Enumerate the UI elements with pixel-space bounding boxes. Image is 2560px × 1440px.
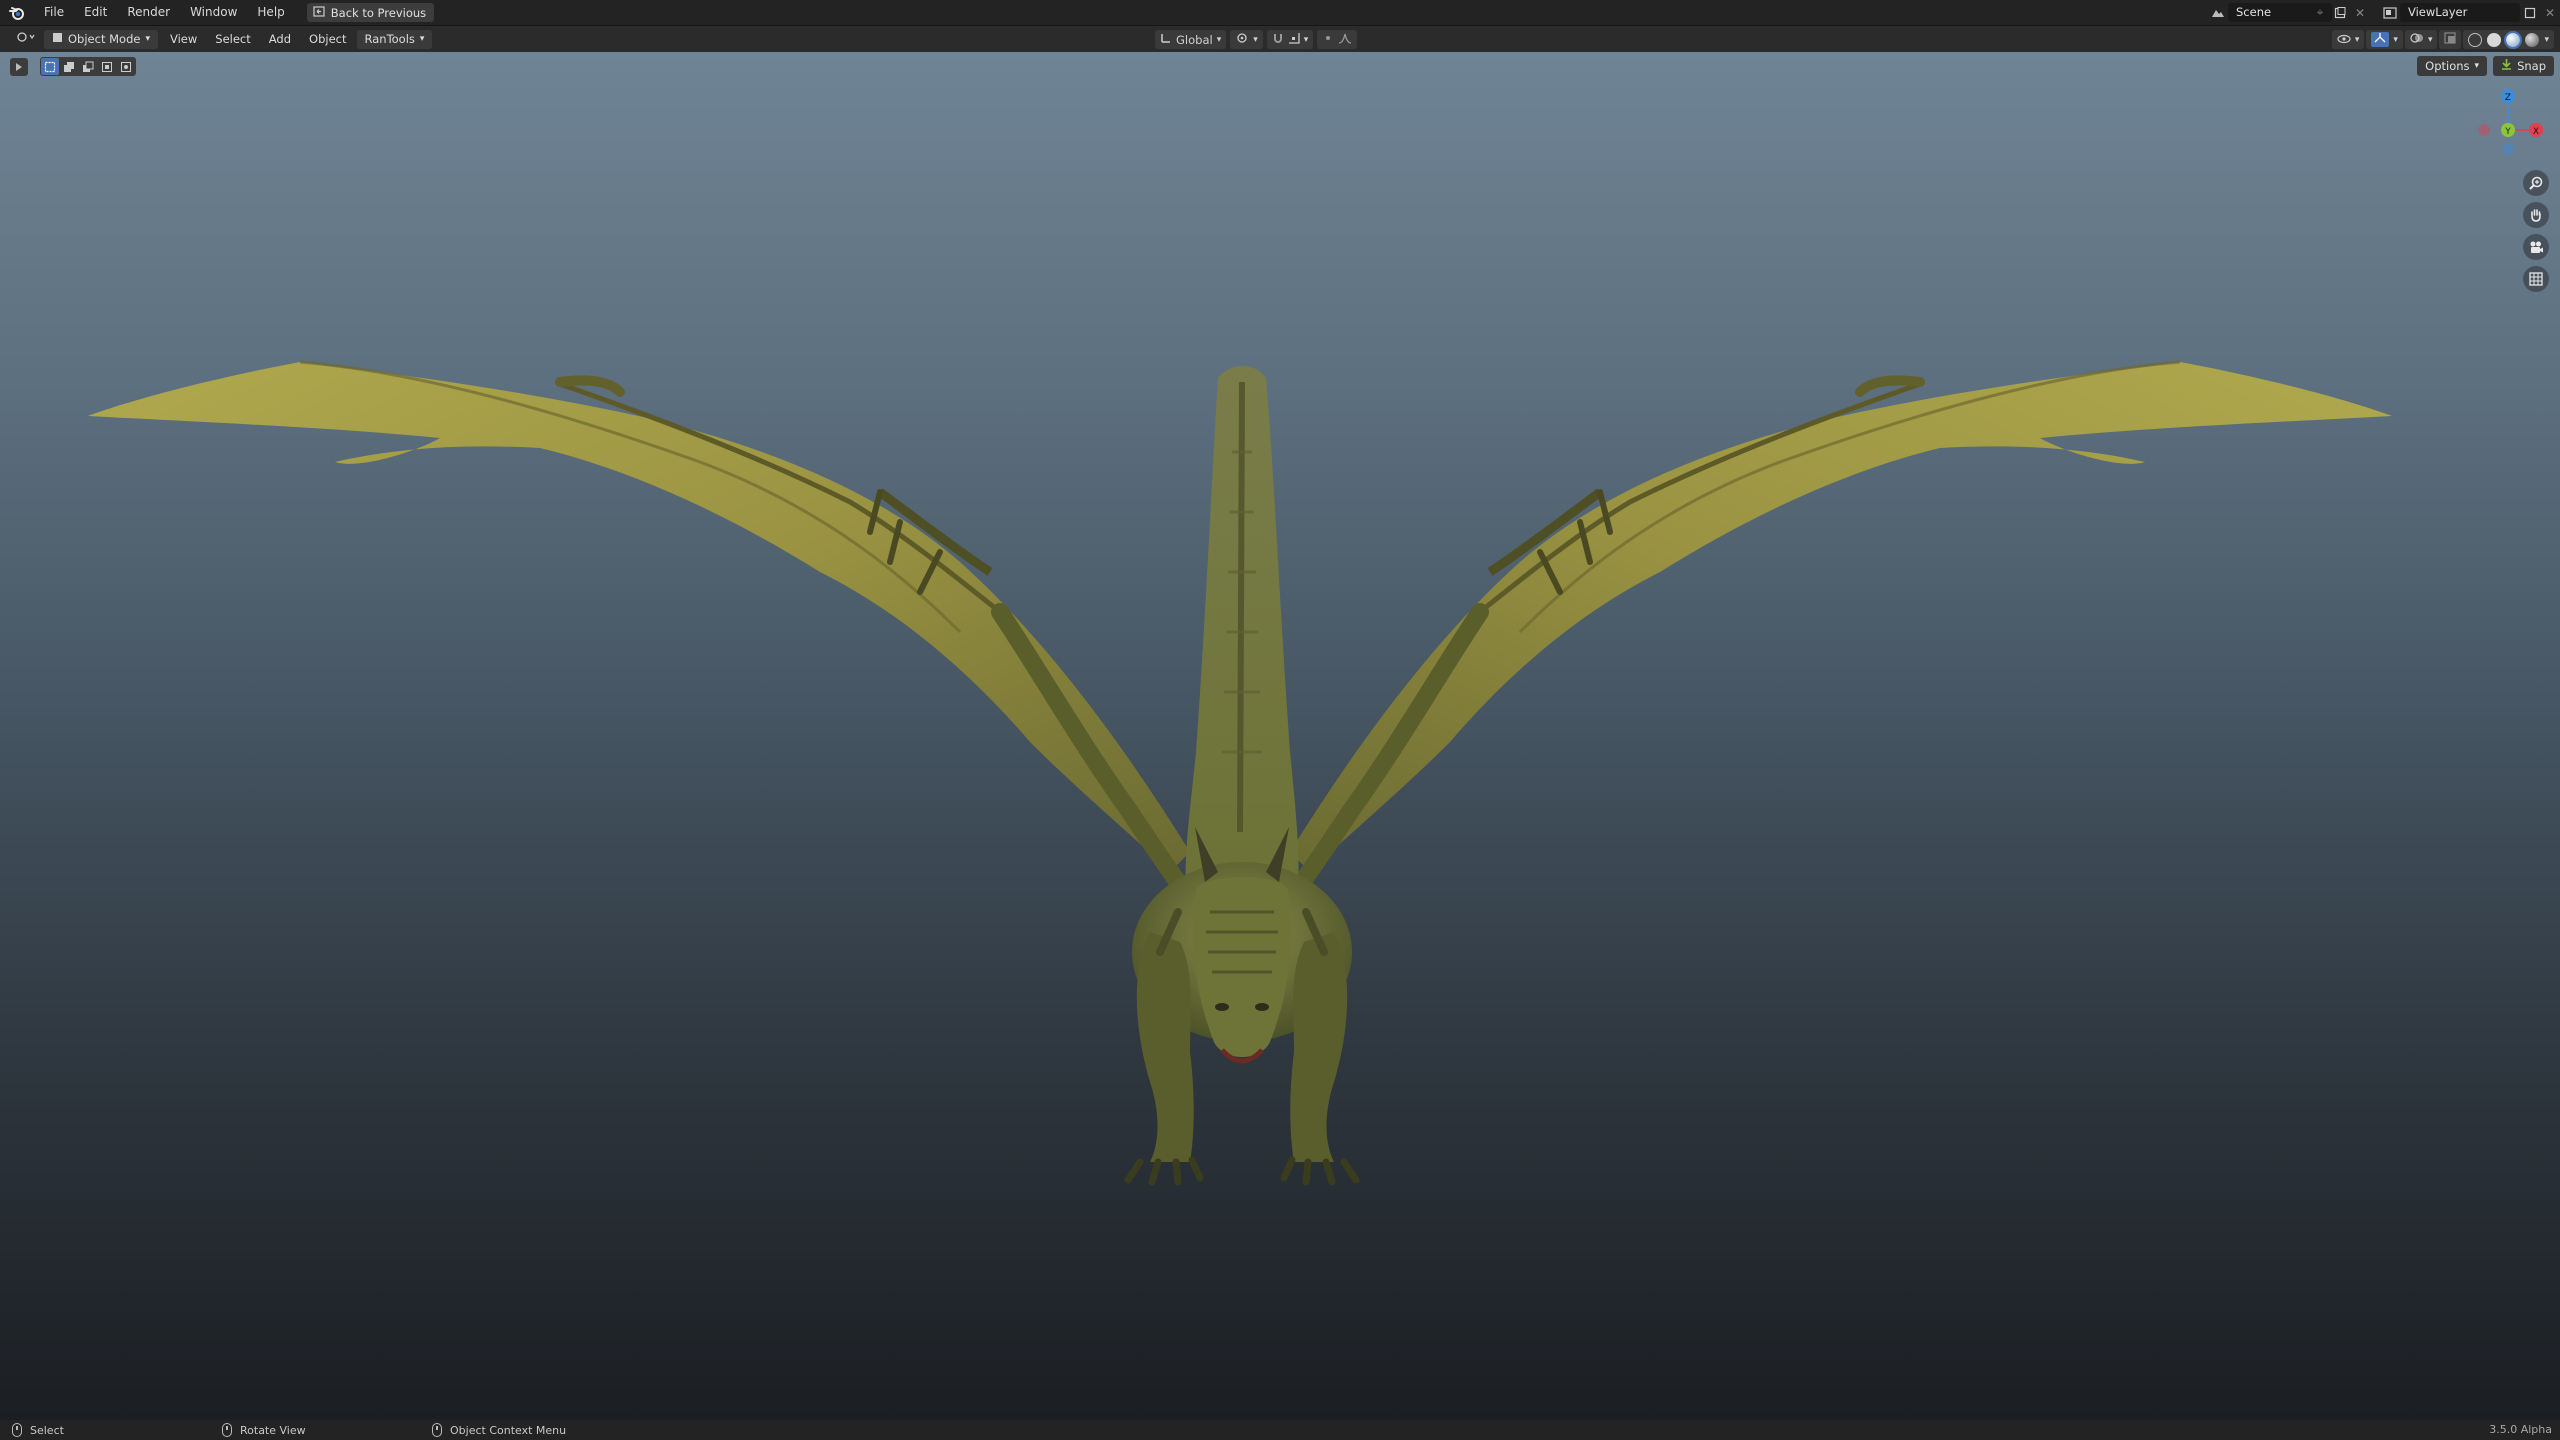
gizmo-toggle[interactable]: ▾ <box>2366 30 2403 49</box>
status-select: Select <box>12 1423 64 1437</box>
overlays-toggle[interactable]: ▾ <box>2404 30 2438 49</box>
object-mode-icon <box>52 30 63 49</box>
header-menu-add[interactable]: Add <box>261 30 299 49</box>
proportional-edit-icon <box>1322 32 1334 47</box>
visibility-dropdown[interactable]: ▾ <box>2331 30 2365 49</box>
rendered-shading-icon[interactable] <box>2525 32 2540 47</box>
transform-orientation-dropdown[interactable]: Global ▾ <box>1155 30 1227 49</box>
delete-view-layer-icon[interactable]: ✕ <box>2540 3 2560 22</box>
orientation-label: Global <box>1176 32 1213 47</box>
view-layer-field[interactable]: ViewLayer <box>2400 3 2520 22</box>
3d-viewport[interactable]: Options ▾ Snap Z X Y <box>0 52 2560 1420</box>
magnet-icon <box>1272 32 1284 47</box>
chevron-down-icon: ▾ <box>2544 34 2549 45</box>
gizmo-icon <box>2371 32 2390 47</box>
chevron-down-icon: ▾ <box>1303 34 1309 45</box>
orientation-icon <box>1160 32 1172 47</box>
chevron-down-icon: ▾ <box>2427 34 2433 45</box>
menu-render[interactable]: Render <box>117 0 180 25</box>
snap-target-icon <box>1288 32 1300 47</box>
dragon-body <box>1124 827 1360 1186</box>
right-wing <box>1286 360 2392 901</box>
pivot-point-dropdown[interactable]: ▾ <box>1230 30 1263 49</box>
dragon-model[interactable] <box>0 52 2560 1420</box>
back-to-previous-label: Back to Previous <box>330 5 427 20</box>
version-label: 3.5.0 Alpha <box>2489 1423 2552 1436</box>
dragon-neck <box>1185 366 1299 892</box>
solid-shading-icon[interactable] <box>2487 32 2502 47</box>
mouse-left-icon <box>12 1423 22 1437</box>
chevron-down-icon: ▾ <box>2393 34 2398 45</box>
editor-type-button[interactable] <box>8 30 44 49</box>
mouse-middle-icon <box>222 1423 232 1437</box>
object-mode-label: Object Mode <box>68 31 141 46</box>
viewport-header: Object Mode ▾ View Select Add Object Ran… <box>0 25 2560 52</box>
chevron-down-icon: ▾ <box>145 33 150 44</box>
status-rotate: Rotate View <box>222 1423 306 1437</box>
falloff-icon <box>1338 32 1352 47</box>
menu-edit[interactable]: Edit <box>74 0 117 25</box>
top-menu-bar: File Edit Render Window Help Back to Pre… <box>0 0 2560 25</box>
proportional-edit-group[interactable] <box>1317 30 1358 49</box>
blender-logo-icon[interactable] <box>0 0 34 25</box>
status-context-label: Object Context Menu <box>450 1423 567 1437</box>
rantools-label: RanTools <box>364 31 415 46</box>
object-mode-dropdown[interactable]: Object Mode ▾ <box>44 29 158 49</box>
shading-controls: ▾ ▾ ▾ ▾ <box>2331 30 2560 49</box>
menu-window[interactable]: Window <box>180 0 247 25</box>
pin-icon[interactable]: ⌖ <box>2310 3 2330 22</box>
header-menu-select[interactable]: Select <box>207 30 258 49</box>
xray-icon <box>2444 32 2457 47</box>
mouse-right-icon <box>432 1423 442 1437</box>
view-layer-icon[interactable] <box>2380 3 2400 22</box>
chevron-down-icon: ▾ <box>2354 34 2360 45</box>
new-scene-icon[interactable] <box>2330 3 2350 22</box>
status-select-label: Select <box>30 1423 64 1437</box>
overlays-icon <box>2410 32 2424 47</box>
back-to-previous-button[interactable]: Back to Previous <box>306 3 435 22</box>
material-shading-icon[interactable] <box>2504 30 2523 49</box>
snapping-group[interactable]: ▾ <box>1266 30 1314 49</box>
pivot-icon <box>1235 32 1249 47</box>
status-bar: Select Rotate View Object Context Menu 3… <box>0 1420 2560 1440</box>
left-wing <box>88 360 1194 901</box>
menu-help[interactable]: Help <box>247 0 294 25</box>
screen-back-icon <box>313 5 325 20</box>
rantools-dropdown[interactable]: RanTools ▾ <box>356 29 433 49</box>
shading-mode-group[interactable]: ▾ <box>2463 30 2554 49</box>
chevron-down-icon: ▾ <box>1253 34 1258 45</box>
header-menu-view[interactable]: View <box>162 30 205 49</box>
xray-toggle[interactable] <box>2439 30 2462 49</box>
transform-controls: Global ▾ ▾ ▾ <box>1155 30 1358 49</box>
eye-icon <box>2337 33 2351 47</box>
status-rotate-label: Rotate View <box>240 1423 306 1437</box>
editor-type-icon <box>16 31 36 46</box>
scene-icon[interactable] <box>2208 3 2228 22</box>
topbar-right-group: Scene ⌖ ✕ ViewLayer ✕ <box>2208 0 2560 25</box>
delete-scene-icon[interactable]: ✕ <box>2350 3 2370 22</box>
status-context: Object Context Menu <box>432 1423 566 1437</box>
new-view-layer-icon[interactable] <box>2520 3 2540 22</box>
header-menu-object[interactable]: Object <box>301 30 354 49</box>
wireframe-shading-icon[interactable] <box>2468 32 2483 47</box>
chevron-down-icon: ▾ <box>419 33 425 44</box>
chevron-down-icon: ▾ <box>1216 34 1222 45</box>
menu-file[interactable]: File <box>34 0 74 25</box>
